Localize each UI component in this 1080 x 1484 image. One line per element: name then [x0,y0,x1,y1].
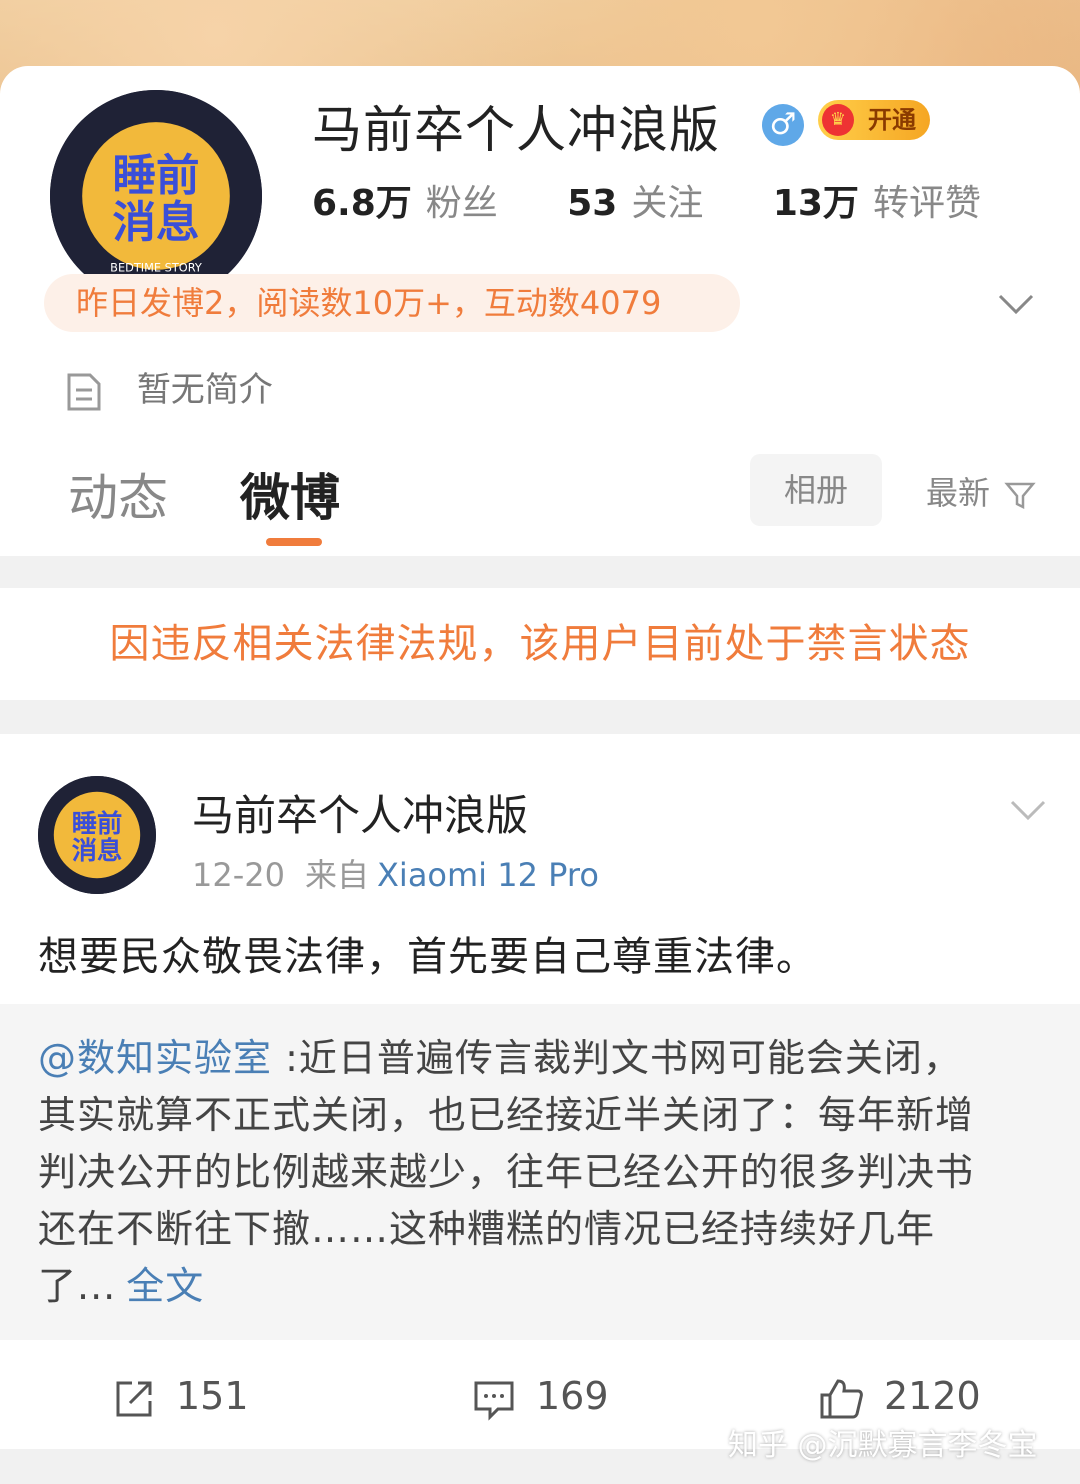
chevron-down-icon[interactable] [1008,790,1048,830]
repost-text: 了... [38,1264,117,1308]
like-button[interactable]: 2120 [818,1374,981,1421]
repost-button[interactable]: 151 [112,1374,249,1421]
sort-button[interactable]: 最新 [926,468,1036,514]
active-tab-indicator [266,538,322,546]
profile-stats: 6.8万 粉丝 53 关注 13万 转评赞 [312,174,1039,226]
stat-label: 关注 [631,183,704,224]
repost-line: 了... 全文 [38,1258,1046,1315]
sort-label: 最新 [926,474,991,512]
post-device[interactable]: Xiaomi 12 Pro [377,856,599,894]
repost-mention[interactable]: @数知实验室 [38,1036,272,1080]
comment-button[interactable]: 169 [472,1374,609,1421]
stat-label: 转评赞 [872,183,981,224]
repost-text: :近日普遍传言裁判文书网可能会关闭， [272,1036,962,1080]
repost-line: 其实就算不正式关闭，也已经接近半关闭了：每年新增 [38,1093,975,1137]
stat-interactions[interactable]: 13万 转评赞 [773,174,981,226]
gender-male-icon: ♂ [762,104,804,146]
repost-icon [116,1381,152,1416]
avatar-text-1: 睡前 [112,151,199,201]
like-count: 2120 [884,1374,981,1418]
vip-open-button[interactable]: ♛ 开通 [818,100,930,140]
like-icon [820,1378,863,1418]
post-avatar[interactable]: 睡前 消息 [38,776,156,894]
activity-summary[interactable]: 昨日发博2，阅读数10万+，互动数4079 [44,274,740,332]
avatar-image: 睡前 消息 [38,776,156,894]
post-card: 睡前 消息 马前卒个人冲浪版 12-20 来自 Xiaomi 12 Pro 想要民众… [0,734,1080,1449]
stat-value: 6.8万 [312,183,412,224]
tab-weibo[interactable]: 微博 [240,458,340,530]
stat-following[interactable]: 53 关注 [567,174,703,226]
album-button[interactable]: 相册 [750,454,882,526]
filter-icon [1004,482,1036,510]
stat-value: 53 [567,183,618,224]
repost-line: 判决公开的比例越来越少，往年已经公开的很多判决书 [38,1150,975,1194]
post-text: 想要民众敬畏法律，首先要自己尊重法律。 [38,934,817,980]
chevron-down-icon[interactable] [996,284,1036,324]
watermark: 知乎 @沉默寡言李冬宝 [728,1428,1038,1463]
vip-label: 开通 [868,106,916,134]
tab-dynamic[interactable]: 动态 [68,458,168,530]
avatar-text-2: 消息 [112,199,199,249]
comment-icon [474,1381,514,1421]
bio-text: 暂无简介 [136,370,273,410]
avatar-image: 睡前 消息 BEDTIME STORY [50,90,262,302]
avatar-text-1: 睡前 [72,809,123,838]
vip-crown-icon: ♛ [822,104,854,136]
stat-label: 粉丝 [425,183,498,224]
profile-username: 马前卒个人冲浪版 [312,101,720,159]
repost-block[interactable]: @数知实验室 :近日普遍传言裁判文书网可能会关闭， 其实就算不正式关闭，也已经接… [0,1004,1080,1340]
post-author[interactable]: 马前卒个人冲浪版 [192,782,528,843]
comment-count: 169 [536,1374,609,1418]
post-meta: 12-20 来自 Xiaomi 12 Pro [192,850,599,896]
repost-count: 151 [176,1374,249,1418]
profile-card: 睡前 消息 BEDTIME STORY 马前卒个人冲浪版 ♂ ♛ 开通 6.8万… [0,66,1080,556]
ban-notice: 因违反相关法律法规，该用户目前处于禁言状态 [0,588,1080,700]
post-source-prefix: 来自 [304,856,369,894]
profile-bio: 暂无简介 [66,362,273,412]
post-date: 12-20 [192,856,285,894]
avatar-text-2: 消息 [72,836,123,865]
avatar-subtext: BEDTIME STORY [110,261,202,275]
stat-followers[interactable]: 6.8万 粉丝 [312,174,498,226]
document-icon [67,373,101,410]
stat-value: 13万 [772,183,859,224]
repost-line: @数知实验室 :近日普遍传言裁判文书网可能会关闭， [38,1030,1046,1087]
repost-line: 还在不断往下撤……这种糟糕的情况已经持续好几年 [38,1207,936,1251]
full-text-link[interactable]: 全文 [126,1264,204,1308]
